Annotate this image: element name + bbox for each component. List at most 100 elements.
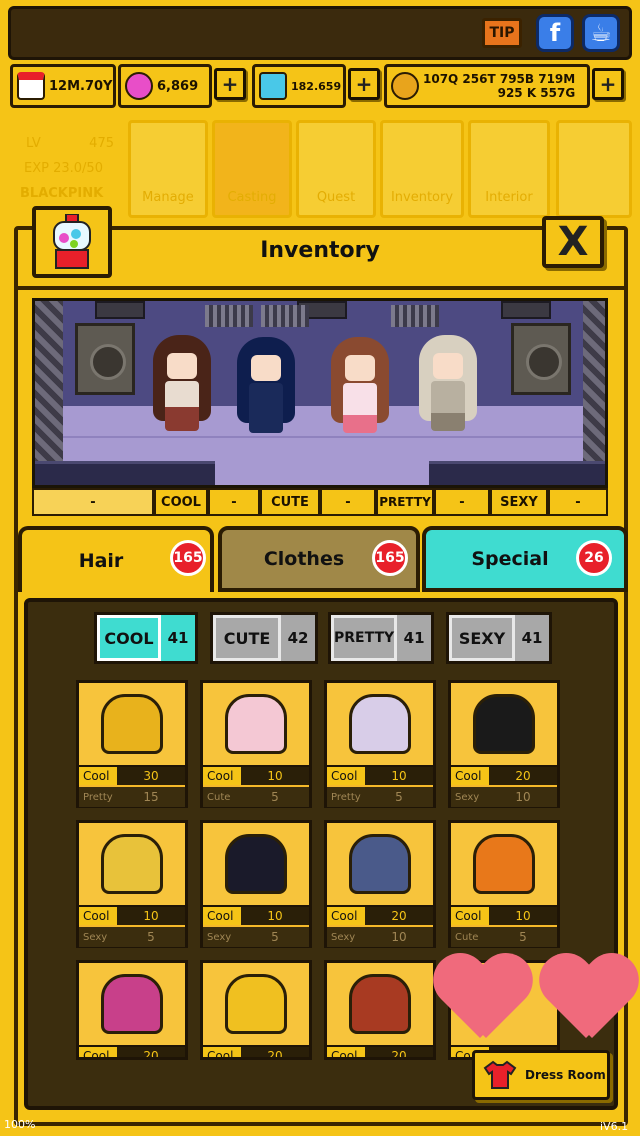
item-card[interactable]: Cool 20	[200, 960, 312, 1060]
stage-pillar-left	[35, 301, 63, 485]
filter-pretty-label: PRETTY	[331, 615, 398, 661]
filter-sexy[interactable]: SEXY 41	[446, 612, 552, 664]
stage-stat-tabs: - COOL - CUTE - PRETTY - SEXY -	[32, 488, 608, 516]
menu-interior[interactable]: Interior	[468, 120, 550, 218]
item-card[interactable]: Cool 10 Pretty 5	[324, 680, 436, 808]
tab-hair[interactable]: Hair 165	[18, 526, 214, 592]
item-card[interactable]: Cool 20	[324, 960, 436, 1060]
level-panel: LV 475 EXP 23.0/50 BLACKPINK	[12, 122, 124, 216]
candy-display: 6,869	[118, 64, 212, 108]
stat-label: Cool	[327, 907, 365, 925]
menu-inventory-label: Inventory	[390, 190, 454, 205]
calendar-value: 12M.70Y	[49, 78, 113, 94]
black-bun-hair-icon	[473, 694, 535, 754]
item-card[interactable]: Cool 30 Pretty 15	[76, 680, 188, 808]
long-blonde-hair-icon	[101, 694, 163, 754]
calendar-icon	[17, 72, 45, 100]
item-primary-stat: Cool 20	[203, 1045, 309, 1057]
stat-value: 10	[365, 767, 433, 785]
item-art	[79, 683, 185, 765]
menu-mail[interactable]	[556, 120, 632, 218]
item-art	[327, 963, 433, 1045]
stage-tab-sexy[interactable]: SEXY	[490, 488, 548, 516]
footer-zoom: 100%	[4, 1118, 36, 1131]
shirt-icon	[483, 1060, 517, 1089]
item-secondary-stat: Cute 5	[451, 927, 557, 947]
stage-tab[interactable]: -	[32, 488, 154, 516]
item-card[interactable]: Cool 10 Cute 5	[200, 680, 312, 808]
item-art	[203, 963, 309, 1045]
filter-cute[interactable]: CUTE 42	[210, 612, 318, 664]
item-card[interactable]: Cool 20 Sexy 10	[448, 680, 560, 808]
stat-label: Cool	[451, 907, 489, 925]
stat-label: Cool	[327, 767, 365, 785]
stat-label: Cool	[203, 767, 241, 785]
filter-cool[interactable]: COOL 41	[94, 612, 198, 664]
menu-inventory[interactable]: Inventory	[380, 120, 464, 218]
item-secondary-stat: Pretty 15	[79, 787, 185, 807]
stage-tab[interactable]: -	[434, 488, 490, 516]
gacha-machine-icon[interactable]	[32, 206, 112, 278]
stage-grille	[205, 305, 253, 327]
navy-short-hair-icon	[349, 834, 411, 894]
close-button[interactable]: X	[542, 216, 604, 268]
stat-label: Cool	[451, 767, 489, 785]
gold-spiky-hair-icon	[225, 974, 287, 1034]
item-art	[327, 823, 433, 905]
filter-sexy-count: 41	[515, 615, 549, 661]
stage-tab[interactable]: -	[208, 488, 260, 516]
red-brown-hair-icon	[349, 974, 411, 1034]
level-value: 475	[89, 136, 114, 151]
item-primary-stat: Cool 20	[327, 905, 433, 925]
add-coin-button[interactable]: +	[592, 68, 624, 100]
stat-label: Pretty	[83, 791, 113, 803]
stat-value: 5	[147, 930, 155, 944]
item-primary-stat: Cool 10	[327, 765, 433, 785]
special-count-badge: 26	[576, 540, 612, 576]
menu-casting[interactable]: Casting	[212, 120, 292, 218]
stat-value: 5	[519, 930, 527, 944]
stat-value: 10	[241, 907, 309, 925]
chat-icon[interactable]: ☕	[582, 14, 620, 52]
item-card[interactable]: Cool 20 Sexy 10	[324, 820, 436, 948]
item-card[interactable]: Cool 10 Cute 5	[448, 820, 560, 948]
stage-pillar-right	[583, 301, 605, 485]
item-card[interactable]: Cool 10 Sexy 5	[200, 820, 312, 948]
facebook-button[interactable]: f	[536, 14, 574, 52]
item-card[interactable]: Cool 20	[76, 960, 188, 1060]
title-divider	[16, 286, 626, 290]
filter-pretty[interactable]: PRETTY 41	[328, 612, 434, 664]
filter-cool-label: COOL	[97, 615, 161, 661]
dress-room-button[interactable]: Dress Room	[472, 1050, 610, 1100]
stage-tab-pretty[interactable]: PRETTY	[376, 488, 434, 516]
item-art	[451, 683, 557, 765]
gacha-svg	[53, 214, 91, 269]
item-card[interactable]: Cool 10 Sexy 5	[76, 820, 188, 948]
item-primary-stat: Cool 10	[203, 765, 309, 785]
dress-room-label: Dress Room	[525, 1068, 606, 1082]
stage-tab[interactable]: -	[320, 488, 376, 516]
stage-tab-cute[interactable]: CUTE	[260, 488, 320, 516]
add-candy-button[interactable]: +	[214, 68, 246, 100]
menu-manage[interactable]: Manage	[128, 120, 208, 218]
item-secondary-stat: Sexy 5	[79, 927, 185, 947]
add-diamond-button[interactable]: +	[348, 68, 380, 100]
menu-quest[interactable]: Quest	[296, 120, 376, 218]
menu-quest-label: Quest	[316, 190, 356, 205]
tab-clothes[interactable]: Clothes 165	[218, 526, 420, 592]
panel-title: Inventory	[260, 238, 380, 263]
item-primary-stat: Cool 10	[79, 905, 185, 925]
item-primary-stat: Cool 10	[451, 905, 557, 925]
stat-label: Sexy	[455, 791, 480, 803]
stage-tab-cool[interactable]: COOL	[154, 488, 208, 516]
stage-light-icon	[501, 301, 551, 319]
item-art	[327, 683, 433, 765]
tab-special[interactable]: Special 26	[422, 526, 628, 592]
stat-value: 5	[271, 790, 279, 804]
stage-light-icon	[95, 301, 145, 319]
tip-button[interactable]: TIP	[482, 18, 522, 48]
stage-tab[interactable]: -	[548, 488, 608, 516]
item-secondary-stat: Pretty 5	[327, 787, 433, 807]
diamond-icon	[259, 72, 287, 100]
stat-value: 15	[143, 790, 159, 804]
